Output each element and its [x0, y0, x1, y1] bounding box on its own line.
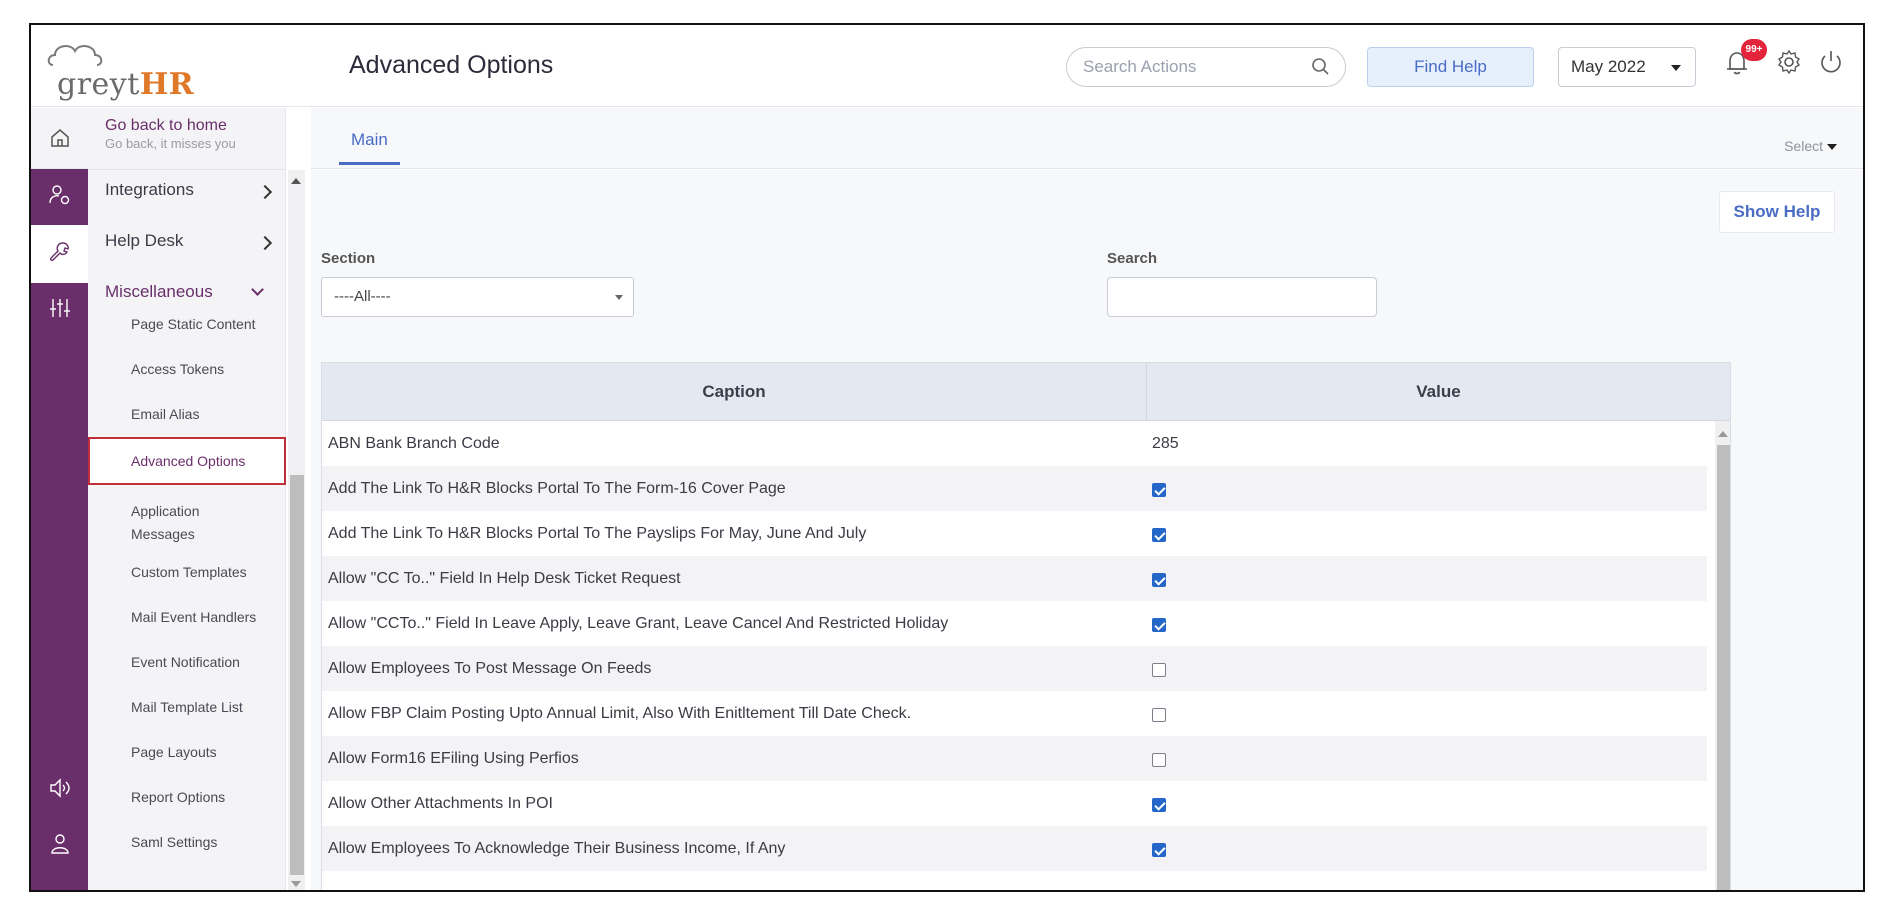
row-checkbox[interactable] [1152, 483, 1166, 497]
scroll-up-arrow-icon[interactable] [1718, 431, 1728, 437]
logo-suffix-text: HR [139, 67, 195, 102]
show-help-button[interactable]: Show Help [1719, 191, 1835, 233]
table-header: Caption Value [322, 363, 1730, 421]
row-checkbox[interactable] [1152, 798, 1166, 812]
scroll-up-arrow-icon[interactable] [291, 178, 301, 184]
table-row[interactable]: Allow Form16 EFiling Using Perfios [322, 736, 1707, 781]
chevron-right-icon [257, 184, 273, 200]
nav-item-report-options[interactable]: Report Options [131, 786, 276, 809]
gear-icon[interactable] [1774, 47, 1804, 77]
page-title: Advanced Options [349, 51, 554, 79]
section-select[interactable]: ----All---- [321, 277, 634, 317]
row-checkbox[interactable] [1152, 573, 1166, 587]
top-header: greytHR Advanced Options Find Help May 2… [31, 25, 1863, 107]
row-caption: Allow Other Attachments In POI [328, 795, 553, 812]
caret-down-icon [615, 295, 623, 300]
wrench-icon[interactable] [47, 239, 73, 265]
divider [88, 169, 286, 170]
search-actions-box[interactable] [1066, 47, 1346, 87]
speaker-icon[interactable] [47, 775, 73, 801]
greythr-logo[interactable]: greytHR [43, 39, 194, 102]
sub-navigation: Go back to home Go back, it misses you I… [88, 108, 286, 890]
nav-item-saml-settings[interactable]: Saml Settings [131, 831, 276, 854]
column-header-caption[interactable]: Caption [322, 363, 1147, 421]
nav-item-application-messages[interactable]: Application Messages [131, 500, 241, 546]
nav-item-email-alias[interactable]: Email Alias [131, 403, 276, 426]
table-row[interactable]: Allow Employees To Acknowledge Their Bus… [322, 826, 1707, 871]
table-row[interactable]: Add The Link To H&R Blocks Portal To The… [322, 466, 1707, 511]
row-value-text[interactable]: 285 [1152, 421, 1179, 466]
nav-group-help-desk[interactable]: Help Desk [105, 231, 183, 251]
sidebar-scrollbar-thumb[interactable] [290, 475, 304, 875]
nav-group-miscellaneous[interactable]: Miscellaneous [105, 282, 213, 302]
table-row[interactable]: ABN Bank Branch Code 285 [322, 421, 1707, 466]
select-dropdown-label: Select [1784, 138, 1823, 154]
table-row[interactable]: Allow Other Attachments In POI [322, 781, 1707, 826]
scroll-down-arrow-icon[interactable] [291, 881, 301, 887]
home-link-title: Go back to home [105, 117, 227, 134]
chevron-right-icon [257, 235, 273, 251]
sliders-icon[interactable] [47, 295, 73, 321]
search-input[interactable] [1107, 277, 1377, 317]
nav-item-advanced-options[interactable]: Advanced Options [88, 437, 286, 485]
table-scrollbar-thumb[interactable] [1717, 445, 1730, 890]
user-settings-icon[interactable] [47, 182, 73, 208]
rail-home-button[interactable] [31, 108, 88, 169]
row-caption: Allow "CC To.." Field In Help Desk Ticke… [328, 570, 681, 587]
home-link-subtitle: Go back, it misses you [105, 136, 236, 151]
nav-group-integrations[interactable]: Integrations [105, 180, 194, 200]
search-label: Search [1107, 250, 1158, 267]
go-back-home-link[interactable]: Go back to home Go back, it misses you [105, 117, 236, 151]
nav-item-access-tokens[interactable]: Access Tokens [131, 358, 276, 381]
tabs-bar: Main Select [311, 108, 1863, 169]
options-table: Caption Value ABN Bank Branch Code 285 A… [321, 362, 1731, 890]
caret-down-icon [1671, 65, 1681, 71]
row-checkbox[interactable] [1152, 753, 1166, 767]
logo-prefix-text: greyt [57, 67, 140, 102]
row-checkbox[interactable] [1152, 618, 1166, 632]
row-checkbox[interactable] [1152, 708, 1166, 722]
table-row[interactable]: Allow "CC To.." Field In Help Desk Ticke… [322, 556, 1707, 601]
row-caption: Add The Link To H&R Blocks Portal To The… [328, 525, 867, 542]
month-select-value: May 2022 [1571, 57, 1646, 76]
profile-icon[interactable] [47, 831, 73, 857]
table-row[interactable]: Allow Employees To Post Message On Feeds [322, 646, 1707, 691]
column-header-value[interactable]: Value [1147, 363, 1730, 421]
nav-item-mail-template-list[interactable]: Mail Template List [131, 696, 276, 719]
row-checkbox[interactable] [1152, 663, 1166, 677]
tab-main[interactable]: Main [339, 130, 400, 165]
row-checkbox[interactable] [1152, 843, 1166, 857]
search-actions-input[interactable] [1083, 57, 1303, 77]
app-window: greytHR Advanced Options Find Help May 2… [29, 23, 1865, 892]
find-help-button[interactable]: Find Help [1367, 47, 1534, 87]
row-checkbox[interactable] [1152, 528, 1166, 542]
table-row[interactable]: Allow FBP Claim Posting Upto Annual Limi… [322, 691, 1707, 736]
nav-item-page-static-content[interactable]: Page Static Content [131, 313, 276, 336]
chevron-down-icon [251, 283, 264, 296]
nav-item-event-notification[interactable]: Event Notification [131, 651, 276, 674]
search-icon[interactable] [1311, 57, 1331, 77]
notification-badge: 99+ [1741, 39, 1767, 61]
row-caption: Add The Link To H&R Blocks Portal To The… [328, 480, 786, 497]
nav-item-mail-event-handlers[interactable]: Mail Event Handlers [131, 606, 276, 629]
row-caption: ABN Bank Branch Code [328, 435, 500, 452]
nav-item-custom-templates[interactable]: Custom Templates [131, 561, 276, 584]
power-icon[interactable] [1816, 47, 1846, 77]
month-select[interactable]: May 2022 [1558, 47, 1696, 87]
row-caption: Allow FBP Claim Posting Upto Annual Limi… [328, 705, 912, 722]
row-caption: Allow Form16 EFiling Using Perfios [328, 750, 579, 767]
row-caption: Allow Employees To Acknowledge Their Bus… [328, 840, 786, 857]
row-caption: Allow "CCTo.." Field In Leave Apply, Lea… [328, 615, 949, 632]
home-icon [51, 129, 69, 147]
select-dropdown[interactable]: Select [1784, 138, 1837, 154]
table-row[interactable]: Add The Link To H&R Blocks Portal To The… [322, 511, 1707, 556]
nav-item-page-layouts[interactable]: Page Layouts [131, 741, 276, 764]
section-label: Section [321, 250, 376, 267]
table-row[interactable]: Allow "CCTo.." Field In Leave Apply, Lea… [322, 601, 1707, 646]
row-caption: Allow Employees To Post Message On Feeds [328, 660, 652, 677]
caret-down-icon [1827, 144, 1837, 151]
section-select-value: ----All---- [334, 288, 391, 305]
